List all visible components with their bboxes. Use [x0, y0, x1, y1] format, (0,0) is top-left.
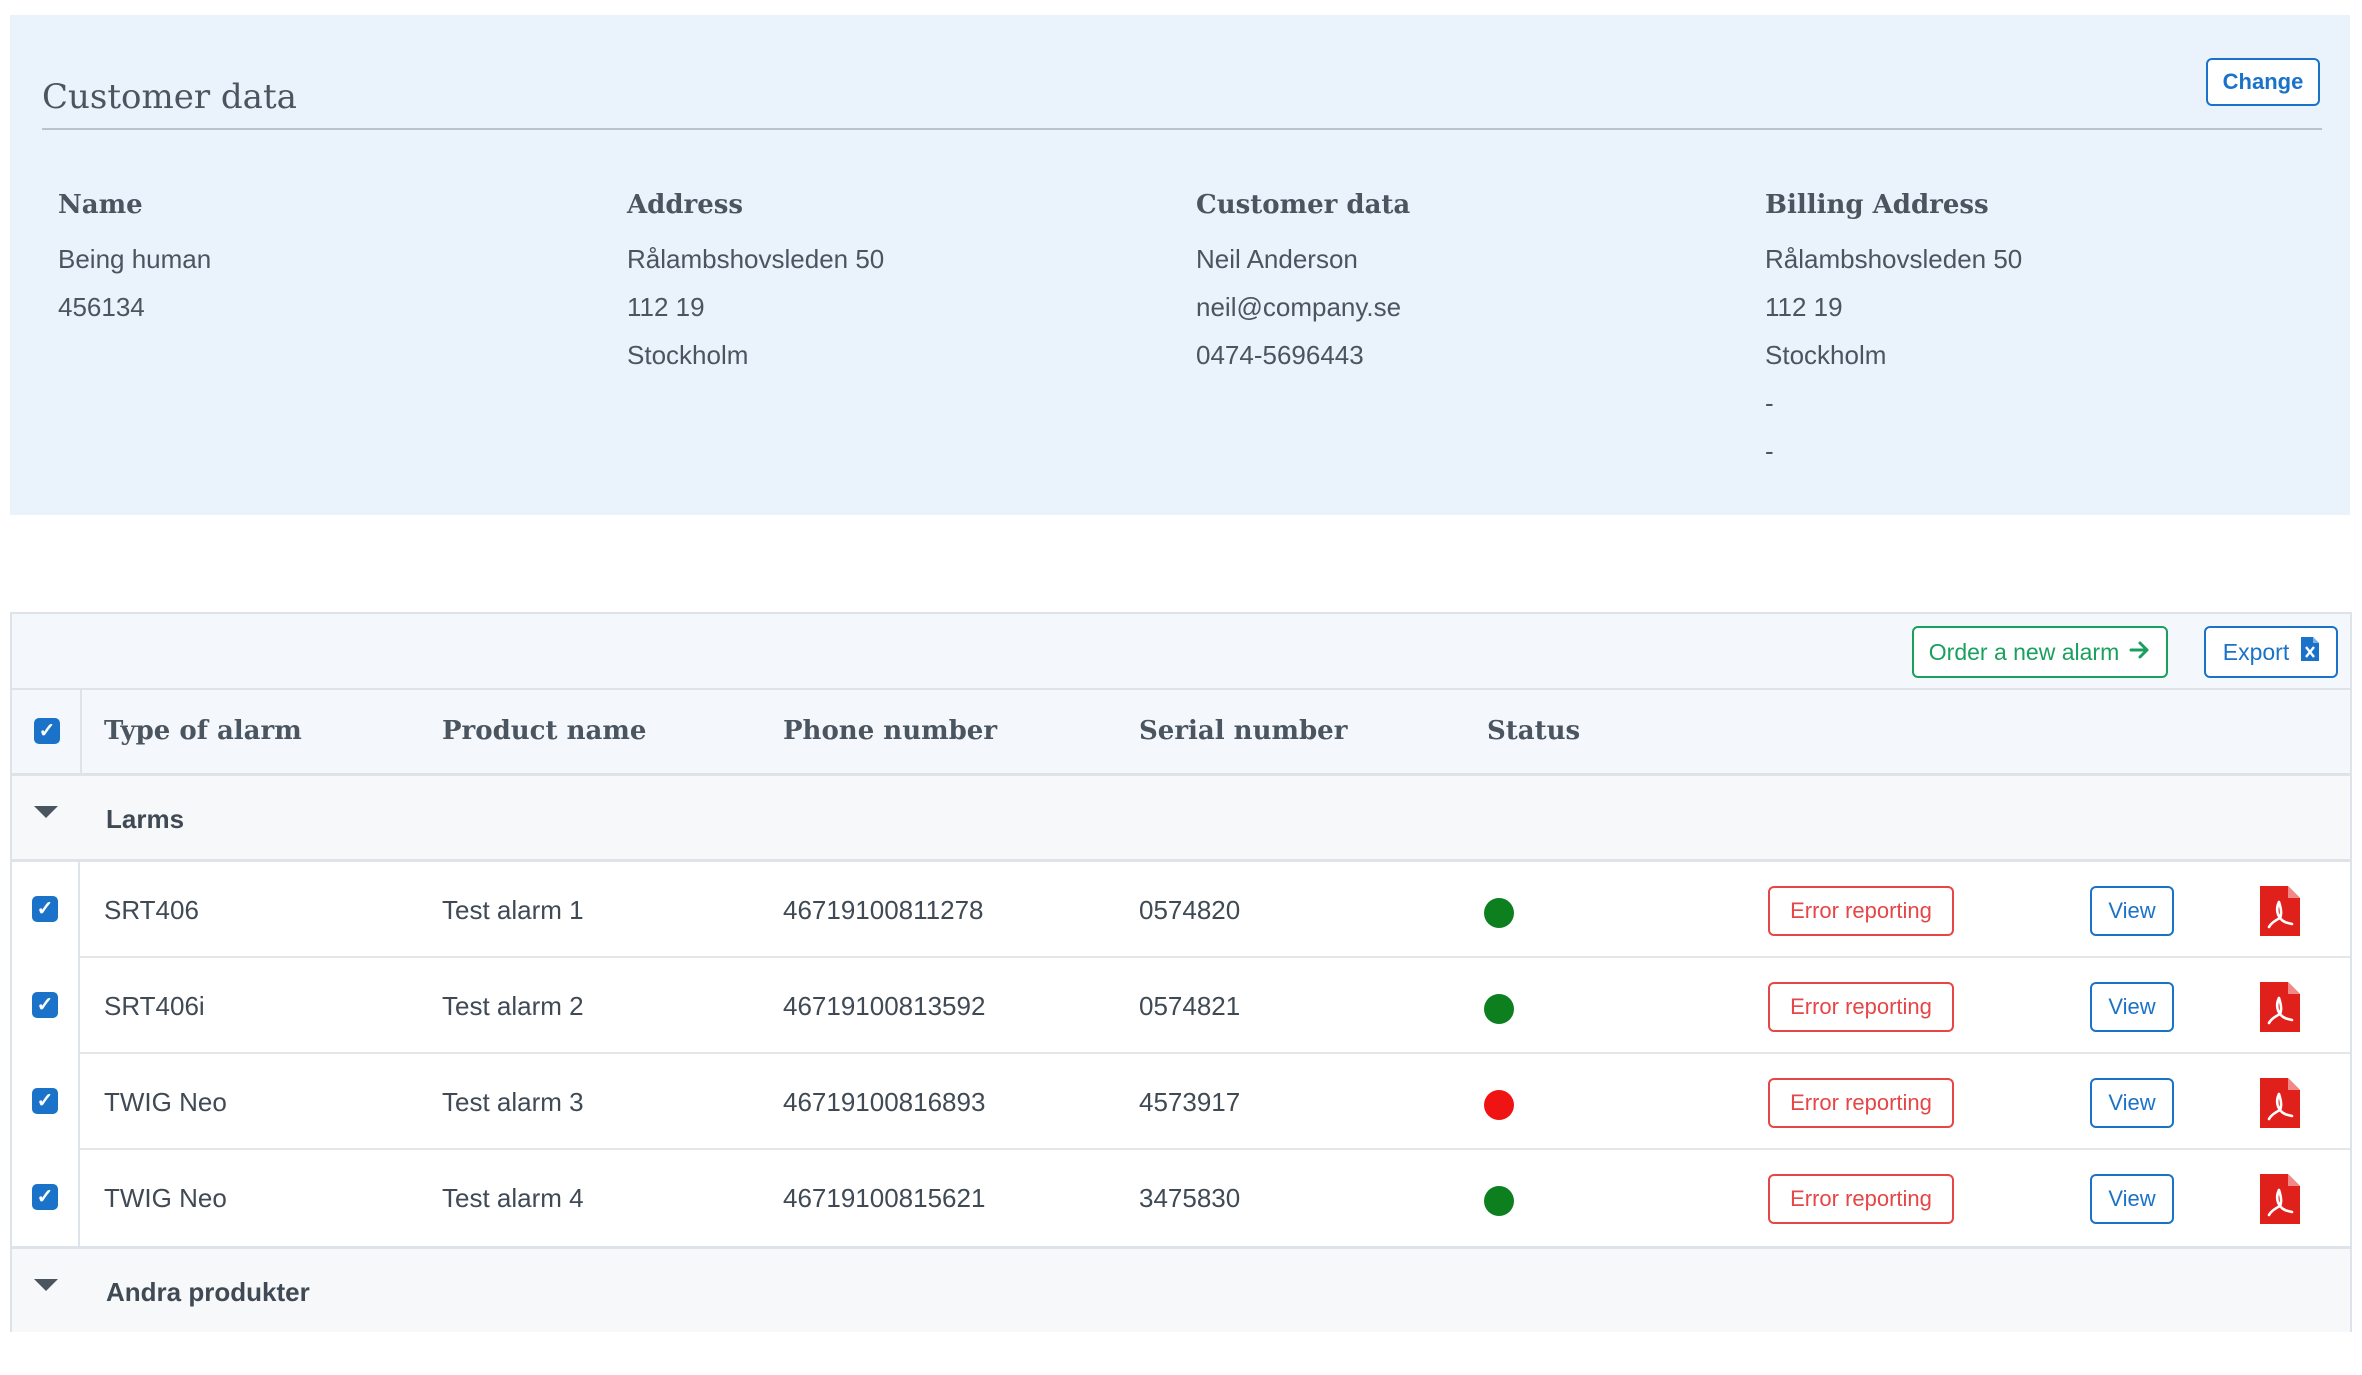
table-row: ✓ TWIG Neo Test alarm 3 46719100816893 4…: [12, 1054, 2350, 1150]
pdf-file-icon[interactable]: [2260, 982, 2300, 1032]
info-value: 112 19: [1765, 292, 1843, 322]
change-button[interactable]: Change: [2206, 58, 2320, 106]
cell-product: Test alarm 2: [442, 991, 584, 1021]
info-column-customer-data: Customer data Neil Anderson neil@company…: [1196, 187, 1736, 379]
alarm-table: Order a new alarm Export ✓ Type of alarm…: [10, 612, 2352, 1332]
row-check-cell: ✓: [12, 862, 80, 958]
status-indicator: [1484, 994, 1514, 1024]
table-row: ✓ SRT406i Test alarm 2 46719100813592 05…: [12, 958, 2350, 1054]
header-type-of-alarm[interactable]: Type of alarm: [104, 690, 302, 773]
info-value: 112 19: [627, 292, 705, 322]
info-column-billing-address: Billing Address Rålambshovsleden 50 112 …: [1765, 187, 2305, 475]
header-serial-number[interactable]: Serial number: [1139, 690, 1347, 773]
order-new-alarm-button[interactable]: Order a new alarm: [1912, 626, 2168, 678]
status-indicator: [1484, 898, 1514, 928]
row-checkbox[interactable]: ✓: [32, 992, 58, 1018]
cell-phone: 46719100815621: [783, 1183, 986, 1213]
select-all-checkbox[interactable]: ✓: [34, 718, 60, 744]
table-header-row: ✓ Type of alarm Product name Phone numbe…: [12, 690, 2350, 776]
status-indicator: [1484, 1186, 1514, 1216]
info-column-name: Name Being human 456134: [58, 187, 598, 331]
cell-serial: 0574821: [1139, 991, 1241, 1021]
column-heading: Address: [627, 190, 744, 220]
info-value: Being human: [58, 244, 212, 274]
error-reporting-button[interactable]: Error reporting: [1768, 1078, 1954, 1128]
panel-divider: [42, 128, 2322, 130]
table-row: ✓ TWIG Neo Test alarm 4 46719100815621 3…: [12, 1150, 2350, 1246]
view-button[interactable]: View: [2090, 982, 2174, 1032]
error-reporting-button[interactable]: Error reporting: [1768, 886, 1954, 936]
error-reporting-button[interactable]: Error reporting: [1768, 1174, 1954, 1224]
order-button-label: Order a new alarm: [1928, 638, 2120, 665]
table-toolbar: Order a new alarm Export: [12, 614, 2350, 690]
header-product-name[interactable]: Product name: [442, 690, 646, 773]
group-label: Larms: [106, 804, 185, 834]
group-row-andra-produkter[interactable]: Andra produkter: [12, 1246, 2350, 1332]
panel-title: Customer data: [42, 77, 297, 117]
customer-data-panel: Customer data Change Name Being human 45…: [10, 15, 2350, 515]
error-reporting-button[interactable]: Error reporting: [1768, 982, 1954, 1032]
info-value: 0474-5696443: [1196, 340, 1364, 370]
cell-phone: 46719100816893: [783, 1087, 986, 1117]
cell-type: TWIG Neo: [104, 1183, 227, 1213]
info-value: Stockholm: [627, 340, 749, 370]
group-row-larms[interactable]: Larms: [12, 776, 2350, 862]
column-heading: Customer data: [1196, 190, 1411, 220]
export-button[interactable]: Export: [2204, 626, 2338, 678]
cell-type: SRT406: [104, 895, 199, 925]
cell-product: Test alarm 4: [442, 1183, 584, 1213]
info-value: -: [1765, 388, 1774, 418]
view-button[interactable]: View: [2090, 886, 2174, 936]
header-phone-number[interactable]: Phone number: [783, 690, 997, 773]
cell-type: TWIG Neo: [104, 1087, 227, 1117]
pdf-file-icon[interactable]: [2260, 886, 2300, 936]
table-row: ✓ SRT406 Test alarm 1 46719100811278 057…: [12, 862, 2350, 958]
info-value: Neil Anderson: [1196, 244, 1358, 274]
caret-down-icon[interactable]: [34, 806, 58, 818]
info-value: neil@company.se: [1196, 292, 1402, 322]
cell-type: SRT406i: [104, 991, 205, 1021]
row-check-cell: ✓: [12, 1150, 80, 1246]
info-column-address: Address Rålambshovsleden 50 112 19 Stock…: [627, 187, 1167, 379]
pdf-file-icon[interactable]: [2260, 1078, 2300, 1128]
cell-phone: 46719100811278: [783, 895, 984, 925]
arrow-right-icon: [2129, 639, 2151, 666]
cell-serial: 4573917: [1139, 1087, 1241, 1117]
pdf-file-icon[interactable]: [2260, 1174, 2300, 1224]
row-checkbox[interactable]: ✓: [32, 1088, 58, 1114]
excel-file-icon: [2301, 637, 2320, 667]
column-heading: Billing Address: [1765, 190, 1989, 220]
row-check-cell: ✓: [12, 958, 80, 1054]
info-value: -: [1765, 436, 1774, 466]
info-value: Rålambshovsleden 50: [1765, 244, 2023, 274]
row-checkbox[interactable]: ✓: [32, 896, 58, 922]
caret-down-icon[interactable]: [34, 1279, 58, 1291]
view-button[interactable]: View: [2090, 1078, 2174, 1128]
header-column-divider: [80, 690, 82, 776]
header-status[interactable]: Status: [1487, 690, 1580, 773]
cell-serial: 3475830: [1139, 1183, 1241, 1213]
column-heading: Name: [58, 190, 143, 220]
info-value: Stockholm: [1765, 340, 1887, 370]
export-button-label: Export: [2222, 638, 2290, 665]
cell-product: Test alarm 1: [442, 895, 584, 925]
cell-phone: 46719100813592: [783, 991, 986, 1021]
row-checkbox[interactable]: ✓: [32, 1184, 58, 1210]
info-value: Rålambshovsleden 50: [627, 244, 885, 274]
info-value: 456134: [58, 292, 145, 322]
cell-product: Test alarm 3: [442, 1087, 584, 1117]
cell-serial: 0574820: [1139, 895, 1241, 925]
status-indicator: [1484, 1090, 1514, 1120]
group-label: Andra produkter: [106, 1277, 310, 1307]
view-button[interactable]: View: [2090, 1174, 2174, 1224]
row-check-cell: ✓: [12, 1054, 80, 1150]
